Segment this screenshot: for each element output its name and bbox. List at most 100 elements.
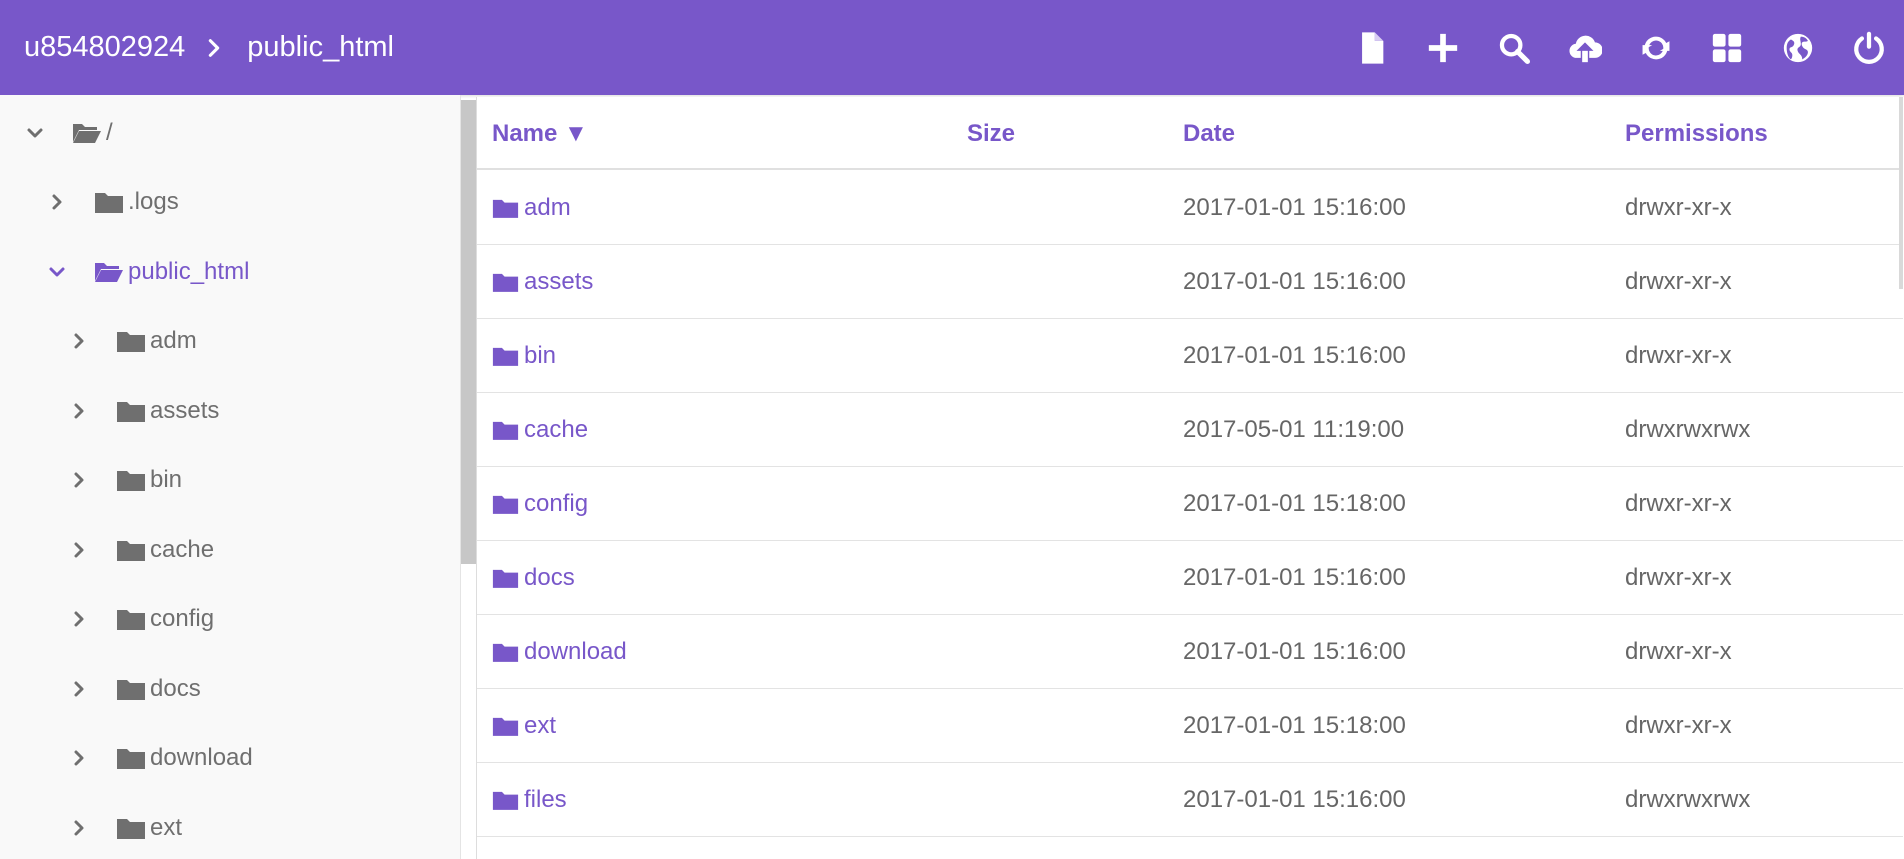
tree-item-docs[interactable]: docs — [68, 669, 201, 709]
file-permissions[interactable]: drwxr-xr-x — [1625, 467, 1732, 541]
file-permissions[interactable]: drwxr-xr-x — [1625, 615, 1732, 689]
language-button[interactable] — [1762, 0, 1833, 95]
file-name-cell[interactable]: docs — [492, 541, 575, 615]
folder-icon — [94, 188, 128, 216]
tree-item-label: public_html — [128, 258, 250, 285]
folder-icon — [492, 273, 519, 292]
table-row[interactable]: files 2017-01-01 15:16:00 drwxrwxrwx — [477, 763, 1903, 837]
tree-item-logs[interactable]: .logs — [46, 182, 179, 222]
file-name-cell[interactable]: assets — [492, 245, 593, 319]
folder-icon — [116, 397, 150, 425]
column-header-permissions[interactable]: Permissions — [1625, 97, 1768, 170]
power-icon — [1853, 31, 1884, 64]
new-file-button[interactable] — [1336, 0, 1407, 95]
table-row[interactable]: download 2017-01-01 15:16:00 drwxr-xr-x — [477, 615, 1903, 689]
chevron-right-icon[interactable] — [68, 400, 90, 422]
chevron-right-icon[interactable] — [68, 817, 90, 839]
file-name[interactable]: download — [524, 638, 627, 666]
folder-open-icon — [72, 119, 106, 147]
tree-item-public-html[interactable]: public_html — [46, 252, 249, 292]
folder-icon — [116, 744, 150, 772]
folder-icon — [492, 643, 519, 662]
tree-item-label: download — [150, 744, 253, 771]
chevron-right-icon[interactable] — [68, 539, 90, 561]
file-name[interactable]: adm — [524, 194, 571, 222]
table-row[interactable]: docs 2017-01-01 15:16:00 drwxr-xr-x — [477, 541, 1903, 615]
tree-item-cache[interactable]: cache — [68, 530, 214, 570]
chevron-right-icon[interactable] — [68, 608, 90, 630]
tree-item-adm[interactable]: adm — [68, 321, 197, 361]
folder-icon — [116, 814, 150, 842]
file-name[interactable]: cache — [524, 416, 588, 444]
chevron-right-icon[interactable] — [68, 469, 90, 491]
file-name[interactable]: docs — [524, 564, 575, 592]
table-scrollbar[interactable] — [1899, 97, 1903, 289]
table-row[interactable]: bin 2017-01-01 15:16:00 drwxr-xr-x — [477, 319, 1903, 393]
file-name-cell[interactable]: download — [492, 615, 627, 689]
file-permissions[interactable]: drwxr-xr-x — [1625, 319, 1732, 393]
file-name[interactable]: config — [524, 490, 588, 518]
folder-icon — [116, 605, 150, 633]
file-permissions[interactable]: drwxr-xr-x — [1625, 541, 1732, 615]
search-icon — [1499, 33, 1530, 64]
upload-button[interactable] — [1549, 0, 1620, 95]
column-header-name[interactable]: Name ▼ — [492, 97, 588, 170]
search-button[interactable] — [1478, 0, 1549, 95]
tree-item-download[interactable]: download — [68, 738, 253, 778]
file-permissions[interactable]: drwxr-xr-x — [1625, 171, 1732, 245]
folder-icon — [116, 536, 150, 564]
file-name-cell[interactable]: files — [492, 763, 567, 837]
file-name-cell[interactable]: bin — [492, 319, 556, 393]
tree-item-root[interactable]: / — [24, 113, 113, 153]
file-permissions[interactable]: drwxrwxrwx — [1625, 763, 1750, 837]
chevron-right-icon[interactable] — [68, 330, 90, 352]
tree-item-label: assets — [150, 397, 220, 424]
file-permissions[interactable]: drwxr-xr-x — [1625, 689, 1732, 763]
tree-item-label: ext — [150, 814, 183, 841]
folder-tree: / .logs public_html adm assets bin cache… — [0, 95, 461, 859]
refresh-icon — [1642, 36, 1669, 59]
column-header-date[interactable]: Date — [1183, 97, 1235, 170]
file-name[interactable]: assets — [524, 268, 593, 296]
file-date: 2017-01-01 15:16:00 — [1183, 564, 1406, 591]
file-name-cell[interactable]: cache — [492, 393, 588, 467]
folder-icon — [116, 466, 150, 494]
chevron-down-icon[interactable] — [24, 122, 46, 144]
file-name[interactable]: bin — [524, 342, 556, 370]
grid-view-button[interactable] — [1691, 0, 1762, 95]
tree-item-label: bin — [150, 466, 183, 493]
chevron-down-icon[interactable] — [46, 261, 68, 283]
sidebar-scrollbar[interactable] — [461, 100, 476, 564]
file-name[interactable]: ext — [524, 712, 556, 740]
folder-icon — [492, 717, 519, 736]
column-header-size[interactable]: Size — [967, 97, 1015, 170]
tree-item-bin[interactable]: bin — [68, 460, 182, 500]
table-header: Name ▼ Size Date Permissions — [477, 97, 1903, 170]
tree-item-ext[interactable]: ext — [68, 808, 182, 848]
table-row[interactable]: assets 2017-01-01 15:16:00 drwxr-xr-x — [477, 245, 1903, 319]
file-date: 2017-01-01 15:16:00 — [1183, 194, 1406, 221]
table-row[interactable]: config 2017-01-01 15:18:00 drwxr-xr-x — [477, 467, 1903, 541]
file-name-cell[interactable]: adm — [492, 171, 571, 245]
file-name-cell[interactable]: ext — [492, 689, 556, 763]
chevron-right-icon[interactable] — [46, 191, 68, 213]
file-name-cell[interactable]: config — [492, 467, 588, 541]
table-row[interactable]: ext 2017-01-01 15:18:00 drwxr-xr-x — [477, 689, 1903, 763]
logout-button[interactable] — [1833, 0, 1904, 95]
file-permissions[interactable]: drwxrwxrwx — [1625, 393, 1750, 467]
file-date: 2017-05-01 11:19:00 — [1183, 416, 1405, 443]
add-button[interactable] — [1407, 0, 1478, 95]
file-name[interactable]: files — [524, 786, 567, 814]
chevron-right-icon[interactable] — [68, 747, 90, 769]
table-row[interactable]: cache 2017-05-01 11:19:00 drwxrwxrwx — [477, 393, 1903, 467]
table-row[interactable]: adm 2017-01-01 15:16:00 drwxr-xr-x — [477, 171, 1903, 245]
tree-item-label: cache — [150, 536, 215, 563]
tree-item-config[interactable]: config — [68, 599, 214, 639]
file-permissions[interactable]: drwxr-xr-x — [1625, 245, 1732, 319]
refresh-button[interactable] — [1620, 0, 1691, 95]
breadcrumb-root[interactable]: u854802924 — [24, 31, 185, 64]
breadcrumb-current[interactable]: public_html — [247, 31, 394, 64]
tree-item-assets[interactable]: assets — [68, 391, 219, 431]
chevron-right-icon[interactable] — [68, 678, 90, 700]
top-bar: u854802924 public_html — [0, 0, 1904, 95]
